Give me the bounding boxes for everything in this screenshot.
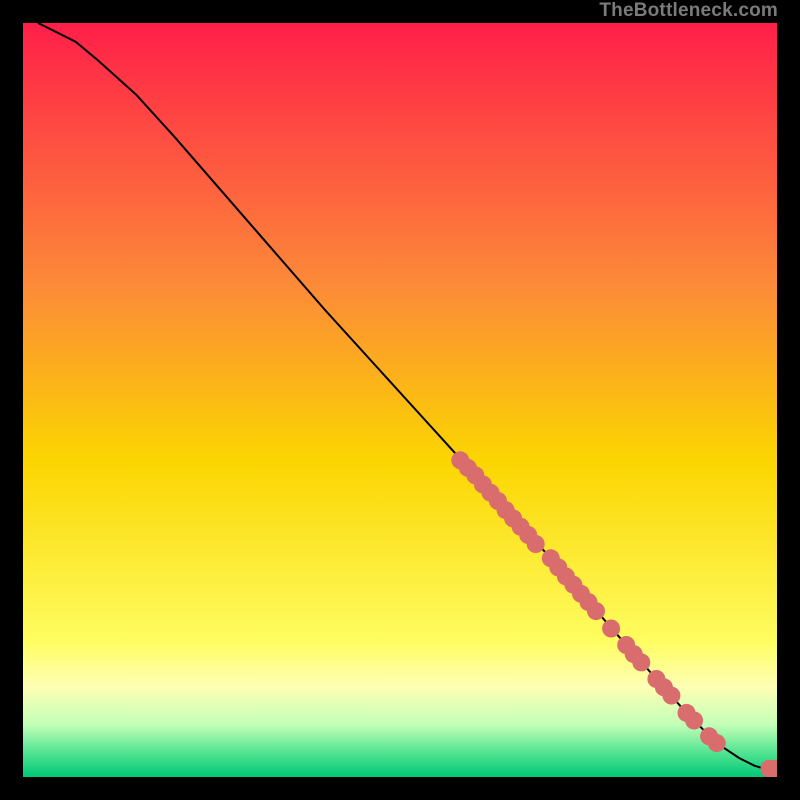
watermark-text: TheBottleneck.com [599, 1, 778, 20]
bottleneck-curve [38, 23, 777, 769]
highlighted-points [451, 451, 777, 777]
chart-stage: TheBottleneck.com [0, 0, 800, 800]
marker-point [685, 712, 703, 730]
marker-point [587, 602, 605, 620]
marker-point [632, 653, 650, 671]
marker-point [662, 687, 680, 705]
marker-point [527, 535, 545, 553]
plot-area [23, 23, 777, 777]
marker-point [602, 620, 620, 638]
curve-overlay [23, 23, 777, 777]
marker-point [708, 734, 726, 752]
